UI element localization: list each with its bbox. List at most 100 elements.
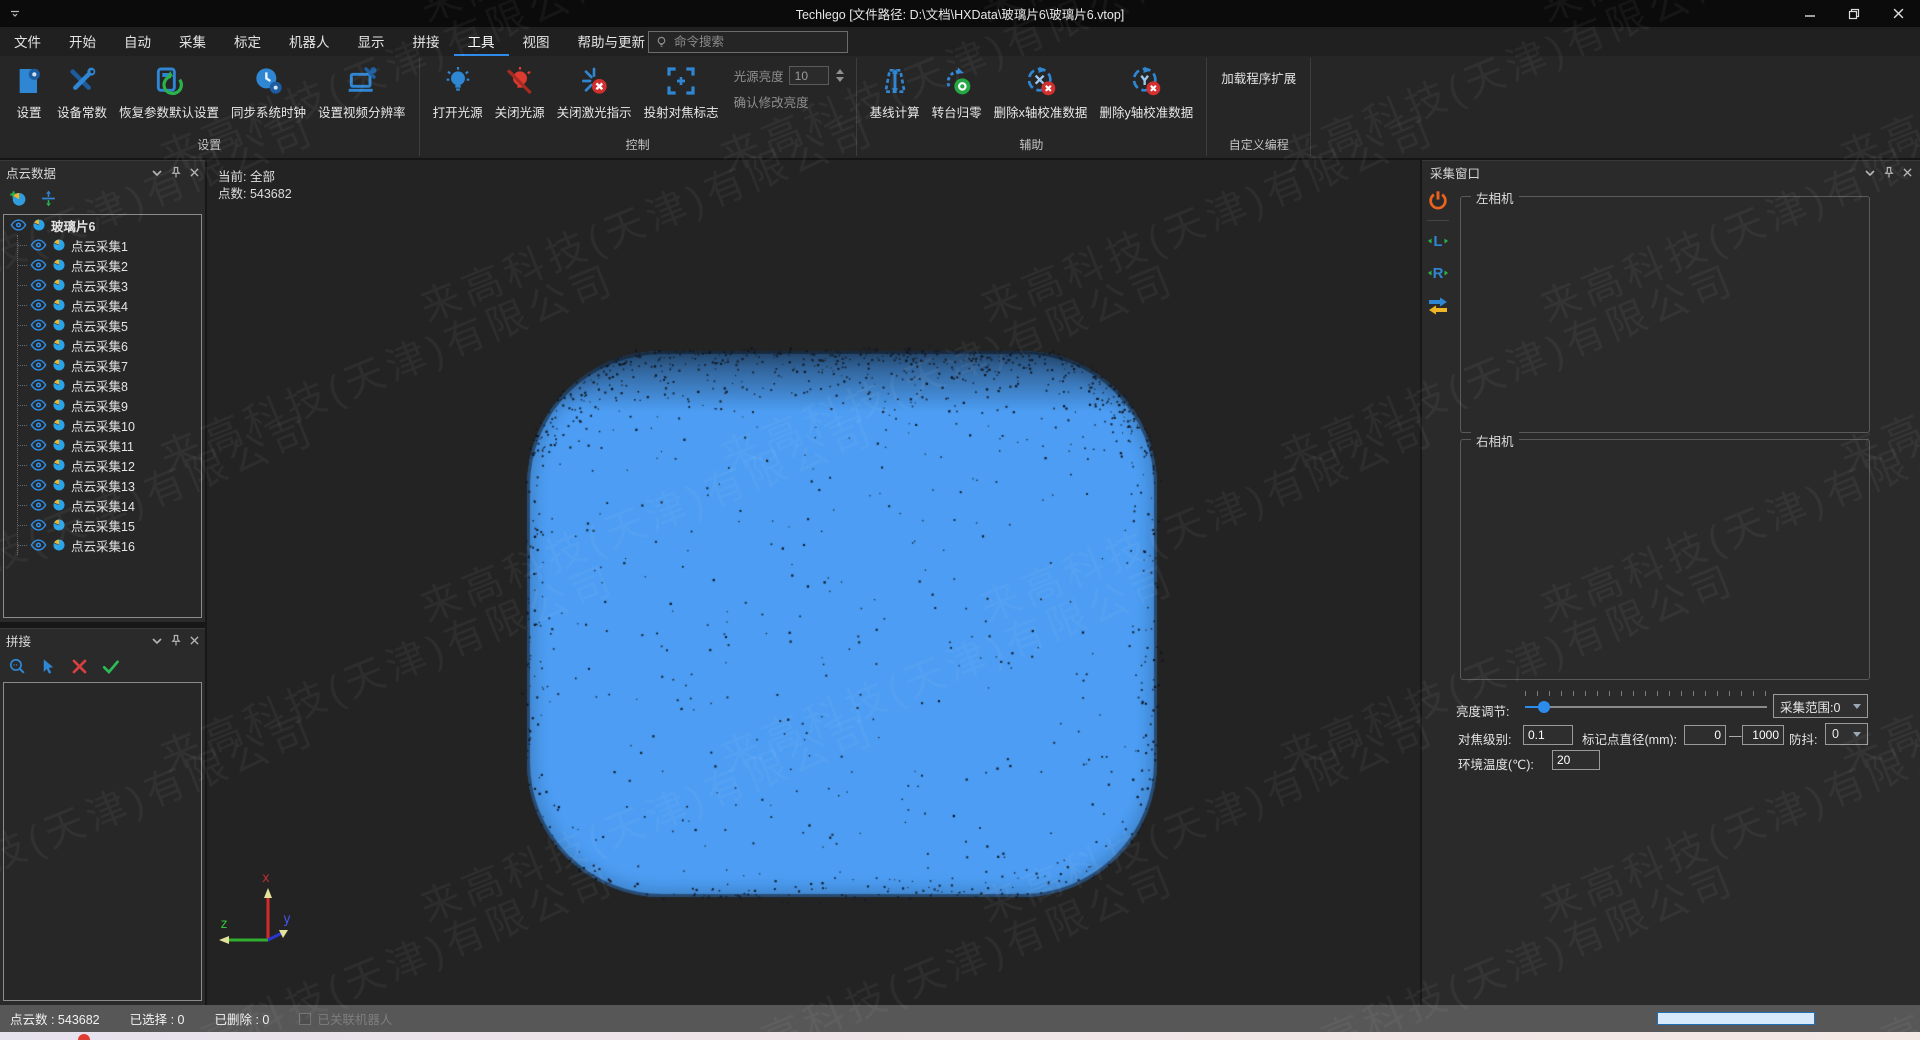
delete-x-calibration-button[interactable]: 删除x轴校准数据 xyxy=(989,60,1093,125)
tree-item[interactable]: 点云采集9 xyxy=(18,395,201,415)
video-resolution-button[interactable]: 设置视频分辨率 xyxy=(313,60,411,125)
slider-handle[interactable] xyxy=(1538,701,1550,713)
left-camera-icon[interactable]: L xyxy=(1426,229,1450,253)
eye-icon[interactable] xyxy=(30,519,47,531)
chevron-down-icon[interactable] xyxy=(152,170,162,176)
eye-icon[interactable] xyxy=(30,339,47,351)
eye-icon[interactable] xyxy=(30,259,47,271)
tree-item[interactable]: 点云采集5 xyxy=(18,315,201,335)
chevron-down-icon[interactable] xyxy=(1865,170,1875,176)
close-button[interactable] xyxy=(1876,0,1920,27)
spinner-arrows-icon[interactable] xyxy=(836,69,844,82)
chevron-down-icon[interactable] xyxy=(152,638,162,644)
menu-tab[interactable]: 采集 xyxy=(165,27,220,56)
right-camera-icon[interactable]: R xyxy=(1426,261,1450,285)
tree-item[interactable]: 点云采集13 xyxy=(18,475,201,495)
baseline-calc-button[interactable]: 基线计算 xyxy=(865,60,925,125)
window-title: Techlego [文件路径: D:\文档\HXData\玻璃片6\玻璃片6.v… xyxy=(0,4,1920,23)
marker-max-input[interactable] xyxy=(1742,725,1784,745)
tree-item[interactable]: 点云采集2 xyxy=(18,255,201,275)
tree-item[interactable]: 点云采集12 xyxy=(18,455,201,475)
eye-icon[interactable] xyxy=(30,359,47,371)
menu-tab[interactable]: 帮助与更新 xyxy=(564,27,660,56)
menu-tab[interactable]: 文件 xyxy=(0,27,55,56)
cursor-icon[interactable] xyxy=(39,657,58,676)
tree-item[interactable]: 点云采集4 xyxy=(18,295,201,315)
focus-mark-button[interactable]: 投射对焦标志 xyxy=(639,60,724,125)
pin-icon[interactable] xyxy=(1884,166,1894,179)
close-icon[interactable] xyxy=(1903,168,1912,177)
eye-icon[interactable] xyxy=(30,479,47,491)
light-off-button[interactable]: 关闭光源 xyxy=(490,60,550,125)
clock-sync-icon xyxy=(253,64,285,98)
marker-min-input[interactable] xyxy=(1684,725,1726,745)
delete-icon[interactable] xyxy=(70,657,89,676)
pin-icon[interactable] xyxy=(171,166,181,179)
tree-item[interactable]: 点云采集8 xyxy=(18,375,201,395)
eye-icon[interactable] xyxy=(30,419,47,431)
eye-icon[interactable] xyxy=(10,219,27,231)
menu-tab[interactable]: 显示 xyxy=(344,27,399,56)
tree-item-root[interactable]: 玻璃片6 xyxy=(4,215,201,235)
eye-icon[interactable] xyxy=(30,459,47,471)
splice-list[interactable] xyxy=(3,682,202,1001)
tree-item[interactable]: 点云采集16 xyxy=(18,535,201,555)
eye-icon[interactable] xyxy=(30,279,47,291)
eye-icon[interactable] xyxy=(30,299,47,311)
eye-icon[interactable] xyxy=(30,499,47,511)
menu-tab[interactable]: 拼接 xyxy=(399,27,454,56)
delete-y-calibration-button[interactable]: 删除y轴校准数据 xyxy=(1094,60,1198,125)
search-input[interactable] xyxy=(674,35,841,49)
tree-item[interactable]: 点云采集11 xyxy=(18,435,201,455)
menu-tab[interactable]: 工具 xyxy=(454,27,509,56)
eye-icon[interactable] xyxy=(30,239,47,251)
load-extension-button[interactable]: 加载程序扩展 xyxy=(1215,60,1302,95)
menu-tab[interactable]: 自动 xyxy=(110,27,165,56)
tree-item[interactable]: 点云采集1 xyxy=(18,235,201,255)
minimize-button[interactable] xyxy=(1788,0,1832,27)
antishake-dropdown[interactable]: 0 xyxy=(1825,723,1868,745)
menu-tab[interactable]: 开始 xyxy=(55,27,110,56)
tree-item[interactable]: 点云采集15 xyxy=(18,515,201,535)
brightness-spinner[interactable]: 10 xyxy=(789,66,829,85)
swap-cameras-icon[interactable] xyxy=(1426,293,1450,317)
settings-button[interactable]: 设置 xyxy=(8,60,50,125)
eye-icon[interactable] xyxy=(30,319,47,331)
command-search-box[interactable] xyxy=(648,31,848,53)
restore-defaults-button[interactable]: 恢复参数默认设置 xyxy=(114,60,224,125)
laser-off-button[interactable]: 关闭激光指示 xyxy=(552,60,637,125)
close-icon[interactable] xyxy=(190,168,199,177)
eye-icon[interactable] xyxy=(30,379,47,391)
capture-range-dropdown[interactable]: 采集范围:0 xyxy=(1773,694,1868,718)
tree-item[interactable]: 点云采集7 xyxy=(18,355,201,375)
confirm-icon[interactable] xyxy=(101,657,120,676)
restore-button[interactable] xyxy=(1832,0,1876,27)
light-on-button[interactable]: 打开光源 xyxy=(428,60,488,125)
merge-align-icon[interactable] xyxy=(39,189,58,208)
add-pointcloud-icon[interactable] xyxy=(8,189,27,208)
ambient-temp-input[interactable] xyxy=(1552,750,1600,770)
menu-tab[interactable]: 机器人 xyxy=(275,27,344,56)
eye-icon[interactable] xyxy=(30,399,47,411)
tree-item[interactable]: 点云采集14 xyxy=(18,495,201,515)
bulb-on-icon xyxy=(442,64,474,98)
tree-item[interactable]: 点云采集10 xyxy=(18,415,201,435)
focus-level-input[interactable] xyxy=(1523,725,1573,745)
menu-tab[interactable]: 视图 xyxy=(509,27,564,56)
device-constants-button[interactable]: 设备常数 xyxy=(52,60,112,125)
pointcloud-canvas[interactable] xyxy=(207,160,1420,1005)
power-icon[interactable] xyxy=(1426,188,1450,212)
tree-item[interactable]: 点云采集6 xyxy=(18,335,201,355)
pin-icon[interactable] xyxy=(171,634,181,647)
eye-icon[interactable] xyxy=(30,439,47,451)
sync-clock-button[interactable]: 同步系统时钟 xyxy=(226,60,311,125)
close-icon[interactable] xyxy=(190,636,199,645)
main-area: 点云数据 玻璃片6 xyxy=(0,160,1920,1005)
zoom-select-icon[interactable] xyxy=(8,657,27,676)
tree-item[interactable]: 点云采集3 xyxy=(18,275,201,295)
confirm-brightness-button[interactable]: 确认修改亮度 xyxy=(734,92,809,111)
brightness-slider[interactable] xyxy=(1525,706,1767,708)
menu-tab[interactable]: 标定 xyxy=(220,27,275,56)
eye-icon[interactable] xyxy=(30,539,47,551)
turntable-zero-button[interactable]: 转台归零 xyxy=(927,60,987,125)
